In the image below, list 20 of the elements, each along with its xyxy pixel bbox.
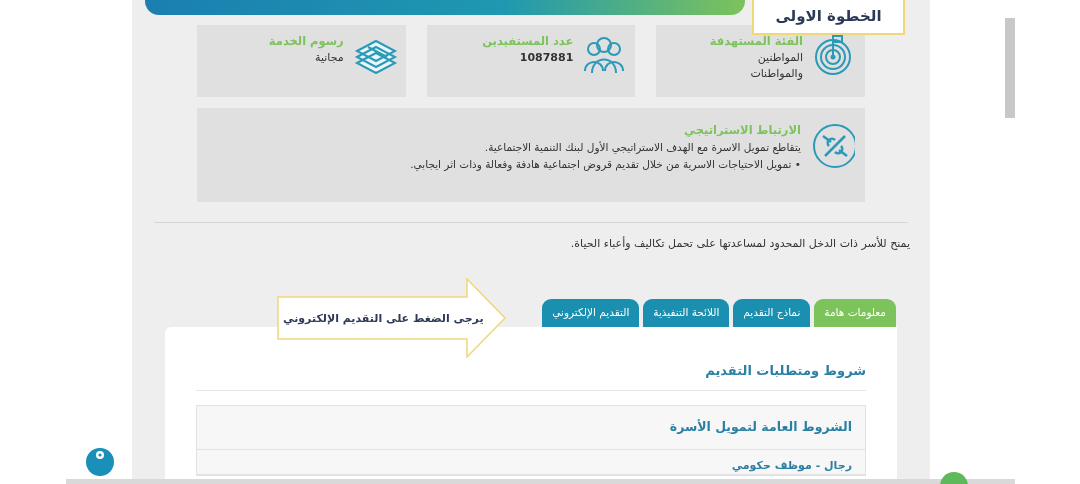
- card-text: • تمويل الاحتياجات الاسرية من خلال تقديم قروض اجتماعية هادفة وفعالة وذات اثر ايجابي.: [410, 157, 801, 173]
- tab[interactable]: معلومات هامة: [814, 298, 896, 327]
- card-text: 1087881: [518, 50, 574, 67]
- tab[interactable]: التقديم الإلكتروني: [542, 298, 640, 327]
- step-callout: الخطوة الاولى: [752, 0, 905, 35]
- card-title: عدد المستفيدين: [482, 33, 574, 50]
- hint-text: يرجى الضغط على التقديم الإلكتروني: [283, 311, 484, 327]
- card-text: مجانية: [314, 50, 344, 67]
- card-title: رسوم الخدمة: [268, 33, 344, 51]
- accordion-item[interactable]: الشروط العامة لتمويل الأسرة: [197, 406, 865, 450]
- card-text: يتقاطع تمويل الاسرة مع الهدف الاستراتيجي الأول لبنك التنمية الاجتماعية.: [483, 140, 801, 156]
- accordion-item[interactable]: رجال - موظف حكومي: [197, 450, 865, 475]
- card-title: الفئة المستهدفة: [709, 33, 803, 50]
- card-text: والمواطنات: [749, 66, 803, 83]
- tab[interactable]: اللائحة التنفيذية: [643, 298, 730, 327]
- card-title: الارتباط الاستراتيجي: [683, 122, 801, 139]
- tab[interactable]: نماذج التقديم: [733, 298, 811, 327]
- section-heading: شروط ومتطلبات التقديم: [196, 360, 866, 391]
- card-text: المواطنين: [756, 50, 803, 67]
- description-text: يمنح للأسر ذات الدخل المحدود لمساعدتها على تحمل تكاليف وأعباء الحياة.: [569, 236, 910, 252]
